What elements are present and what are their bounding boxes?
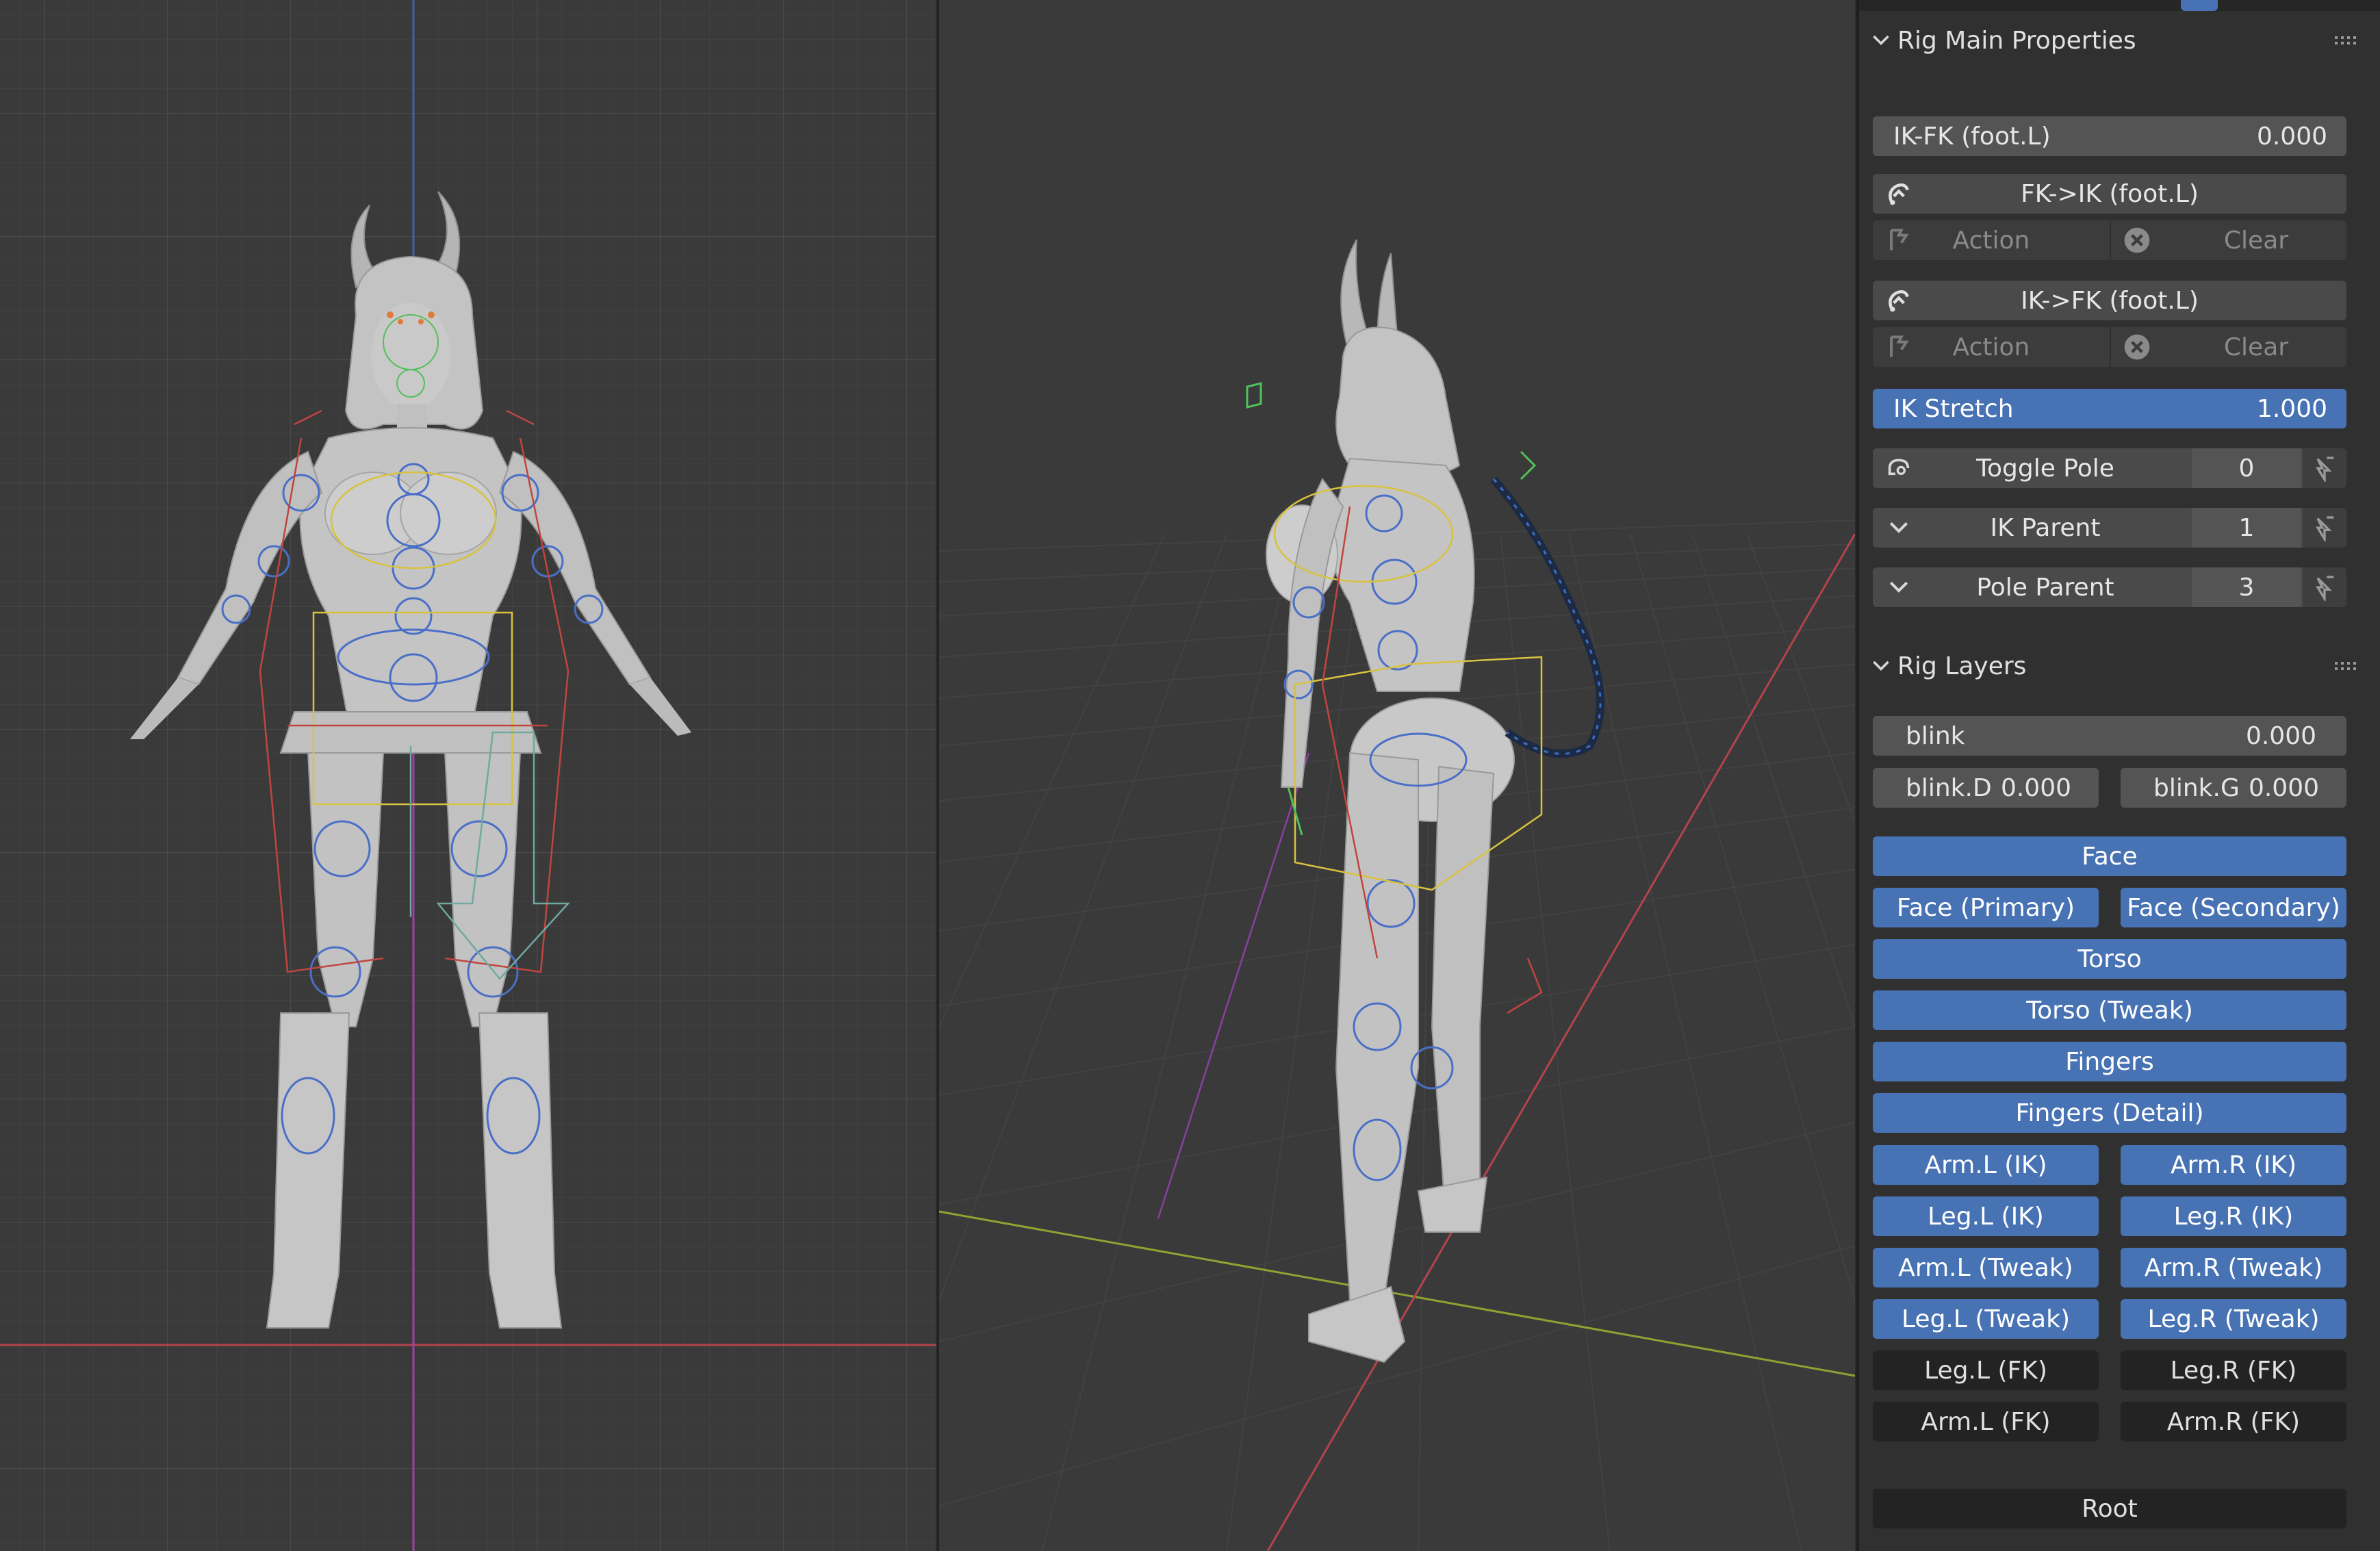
rig-main-properties-header[interactable]: Rig Main Properties bbox=[1859, 16, 2380, 64]
toggle-pole-value[interactable]: 0 bbox=[2192, 448, 2301, 488]
layer-root[interactable]: Root bbox=[1873, 1489, 2346, 1528]
layer-arm-r-ik[interactable]: Arm.R (IK) bbox=[2121, 1145, 2346, 1185]
section-title: Rig Main Properties bbox=[1897, 26, 2136, 55]
fk-to-ik-clear-button[interactable]: Clear bbox=[2111, 220, 2346, 260]
x-circle-icon bbox=[2124, 227, 2150, 253]
ik-parent-dropdown[interactable]: IK Parent bbox=[1873, 508, 2190, 548]
layer-leg-l-ik[interactable]: Leg.L (IK) bbox=[1873, 1196, 2099, 1236]
layer-leg-l-tweak[interactable]: Leg.L (Tweak) bbox=[1873, 1299, 2099, 1339]
perspective-viewport[interactable] bbox=[939, 0, 1855, 1551]
character-perspective-model[interactable] bbox=[939, 0, 1855, 1551]
action-label: Action bbox=[1952, 333, 2030, 361]
layer-leg-l-fk[interactable]: Leg.L (FK) bbox=[1873, 1350, 2099, 1390]
pole-parent-label: Pole Parent bbox=[1976, 573, 2114, 602]
snap-icon bbox=[1889, 183, 1909, 205]
ik-to-fk-clear-button[interactable]: Clear bbox=[2111, 327, 2346, 367]
pole-parent-row[interactable]: Pole Parent 3 bbox=[1873, 567, 2346, 607]
ik-parent-value[interactable]: 1 bbox=[2192, 508, 2301, 548]
toggle-pole-row[interactable]: Toggle Pole 0 bbox=[1873, 448, 2346, 488]
layer-arm-l-ik[interactable]: Arm.L (IK) bbox=[1873, 1145, 2099, 1185]
pin-icon bbox=[2316, 516, 2334, 541]
layer-arm-r-fk[interactable]: Arm.R (FK) bbox=[2121, 1402, 2346, 1441]
layer-arm-l-tweak[interactable]: Arm.L (Tweak) bbox=[1873, 1248, 2099, 1287]
pole-toggle-icon bbox=[1888, 459, 1910, 476]
rig-layers-header[interactable]: Rig Layers bbox=[1859, 642, 2380, 690]
layer-fingers-detail[interactable]: Fingers (Detail) bbox=[1873, 1093, 2346, 1133]
toggle-pole-button[interactable]: Toggle Pole bbox=[1873, 448, 2190, 488]
layer-fingers[interactable]: Fingers bbox=[1873, 1042, 2346, 1081]
layer-face[interactable]: Face bbox=[1873, 836, 2346, 876]
ik-fk-label: IK-FK (foot.L) bbox=[1893, 122, 2051, 151]
properties-panel: Rig Main Properties IK-FK (foot.L) 0.000… bbox=[1856, 0, 2380, 1551]
ik-stretch-label: IK Stretch bbox=[1893, 394, 2014, 423]
chevron-down-icon bbox=[1889, 522, 1908, 533]
ik-to-fk-action-button[interactable]: Action bbox=[1873, 327, 2110, 367]
toggle-pole-label: Toggle Pole bbox=[1976, 454, 2114, 483]
pin-icon bbox=[2316, 457, 2334, 482]
layer-arm-l-fk[interactable]: Arm.L (FK) bbox=[1873, 1402, 2099, 1441]
layer-arm-r-tweak[interactable]: Arm.R (Tweak) bbox=[2121, 1248, 2346, 1287]
layer-face-secondary[interactable]: Face (Secondary) bbox=[2121, 888, 2346, 927]
blink-d-label: blink.D bbox=[1906, 773, 1992, 802]
blink-d-slider[interactable]: blink.D 0.000 bbox=[1873, 768, 2099, 808]
chevron-down-icon bbox=[1873, 35, 1889, 46]
action-icon bbox=[1889, 335, 1909, 357]
blink-value: 0.000 bbox=[2245, 721, 2316, 750]
layer-leg-r-fk[interactable]: Leg.R (FK) bbox=[2121, 1350, 2346, 1390]
toggle-pole-keyframe[interactable] bbox=[2303, 448, 2346, 488]
character-front-model[interactable] bbox=[0, 0, 936, 1551]
ik-fk-value: 0.000 bbox=[2256, 122, 2327, 151]
snap-icon bbox=[1889, 290, 1909, 312]
blink-slider[interactable]: blink 0.000 bbox=[1873, 716, 2346, 756]
drag-grip-icon[interactable] bbox=[2333, 34, 2358, 47]
ik-parent-row[interactable]: IK Parent 1 bbox=[1873, 508, 2346, 548]
blink-g-label: blink.G bbox=[2153, 773, 2240, 802]
panel-top-strip bbox=[1859, 0, 2380, 11]
front-viewport[interactable] bbox=[0, 0, 936, 1551]
chevron-down-icon bbox=[1873, 661, 1889, 671]
fk-to-ik-button[interactable]: FK->IK (foot.L) bbox=[1873, 174, 2346, 214]
ik-fk-slider[interactable]: IK-FK (foot.L) 0.000 bbox=[1873, 116, 2346, 156]
chevron-down-icon bbox=[1889, 581, 1908, 593]
pole-parent-value[interactable]: 3 bbox=[2192, 567, 2301, 607]
layer-face-primary[interactable]: Face (Primary) bbox=[1873, 888, 2099, 927]
layer-torso[interactable]: Torso bbox=[1873, 939, 2346, 979]
ik-to-fk-label: IK->FK (foot.L) bbox=[2021, 286, 2199, 315]
clear-label: Clear bbox=[2223, 226, 2289, 255]
fk-to-ik-action-button[interactable]: Action bbox=[1873, 220, 2110, 260]
layer-leg-r-tweak[interactable]: Leg.R (Tweak) bbox=[2121, 1299, 2346, 1339]
panel-tab-indicator[interactable] bbox=[2181, 0, 2218, 11]
section-title: Rig Layers bbox=[1897, 652, 2027, 680]
ik-to-fk-button[interactable]: IK->FK (foot.L) bbox=[1873, 281, 2346, 320]
pin-icon bbox=[2316, 576, 2334, 601]
ik-parent-label: IK Parent bbox=[1990, 513, 2101, 542]
fk-to-ik-label: FK->IK (foot.L) bbox=[2021, 179, 2199, 208]
blink-label: blink bbox=[1906, 721, 1965, 750]
layer-leg-r-ik[interactable]: Leg.R (IK) bbox=[2121, 1196, 2346, 1236]
clear-label: Clear bbox=[2223, 333, 2289, 361]
x-circle-icon bbox=[2124, 334, 2150, 360]
action-icon bbox=[1889, 229, 1909, 251]
layer-torso-tweak[interactable]: Torso (Tweak) bbox=[1873, 990, 2346, 1030]
blink-d-value: 0.000 bbox=[2000, 773, 2071, 802]
ik-stretch-slider[interactable]: IK Stretch 1.000 bbox=[1873, 389, 2346, 428]
pole-parent-keyframe[interactable] bbox=[2303, 567, 2346, 607]
drag-grip-icon[interactable] bbox=[2333, 660, 2358, 672]
ik-parent-keyframe[interactable] bbox=[2303, 508, 2346, 548]
pole-parent-dropdown[interactable]: Pole Parent bbox=[1873, 567, 2190, 607]
action-label: Action bbox=[1952, 226, 2030, 255]
blink-g-slider[interactable]: blink.G 0.000 bbox=[2121, 768, 2346, 808]
blink-g-value: 0.000 bbox=[2248, 773, 2319, 802]
ik-stretch-value: 1.000 bbox=[2256, 394, 2327, 423]
